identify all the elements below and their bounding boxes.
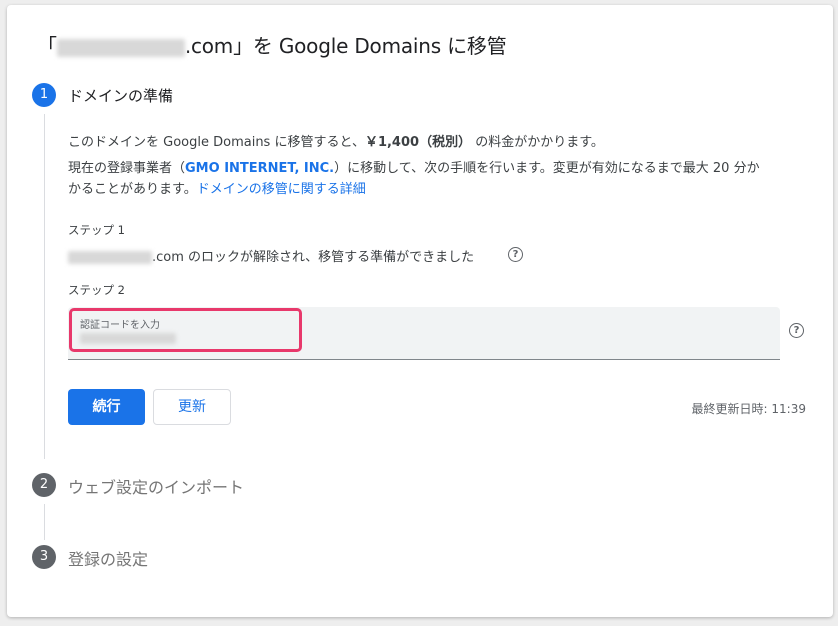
registrar-text-cont: かることがあります。ドメインの移管に関する詳細 [68, 178, 366, 197]
fee-price: ￥1,400（税別） [364, 135, 472, 150]
fee-text-prefix: このドメインを Google Domains に移管すると、 [68, 135, 365, 150]
redacted-domain-2 [68, 251, 152, 264]
fee-text-suffix: の料金がかかります。 [471, 135, 604, 150]
step-connector-1 [44, 114, 45, 459]
registrar-prefix: 現在の登録事業者（ [68, 161, 186, 176]
step-3-number: 3 [32, 545, 56, 569]
registrar-cont-prefix: かることがあります。 [68, 182, 197, 197]
transfer-details-link[interactable]: ドメインの移管に関する詳細 [197, 182, 366, 197]
registrar-suffix: ）に移動して、次の手順を行います。変更が有効になるまで最大 20 分か [334, 161, 760, 176]
substep-2-label: ステップ 2 [68, 283, 125, 297]
page-title: 「 .com」を Google Domains に移管 [37, 30, 507, 59]
substep-1-label: ステップ 1 [68, 223, 125, 237]
redacted-domain [56, 38, 185, 57]
step-3-title[interactable]: 登録の設定 [68, 546, 148, 570]
step-1-title[interactable]: ドメインの準備 [68, 85, 173, 106]
step-2-title[interactable]: ウェブ設定のインポート [68, 474, 244, 498]
refresh-button[interactable]: 更新 [153, 389, 231, 425]
continue-button[interactable]: 続行 [68, 389, 145, 425]
last-updated-text: 最終更新日時: 11:39 [691, 402, 806, 416]
registrar-text: 現在の登録事業者（GMO INTERNET, INC.）に移動して、次の手順を行… [68, 157, 760, 176]
fee-text: このドメインを Google Domains に移管すると、￥1,400（税別）… [68, 131, 604, 150]
auth-code-highlight [69, 308, 302, 352]
help-icon[interactable]: ? [508, 247, 523, 262]
registrar-link[interactable]: GMO INTERNET, INC. [185, 161, 334, 176]
title-rest: 」を Google Domains に移管 [233, 34, 507, 58]
lock-status-text: .com のロックが解除され、移管する準備ができました [68, 246, 474, 265]
lock-status-message: のロックが解除され、移管する準備ができました [183, 250, 475, 265]
title-open-bracket: 「 [37, 34, 57, 58]
auth-code-help-icon[interactable]: ? [789, 323, 804, 338]
lock-domain-suffix: .com [152, 250, 184, 265]
step-1-number: 1 [32, 83, 56, 107]
step-2-number: 2 [32, 473, 56, 497]
title-domain-suffix: .com [184, 34, 234, 58]
step-connector-2 [44, 504, 45, 540]
